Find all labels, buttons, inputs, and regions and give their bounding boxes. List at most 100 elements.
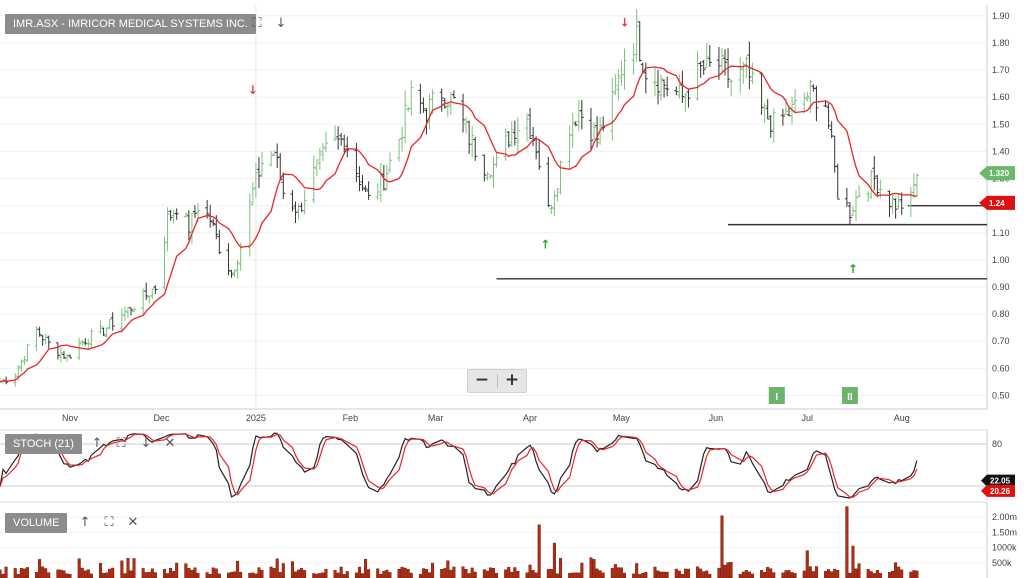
volume-bar — [510, 571, 514, 578]
arrow-down-icon[interactable]: ↓ — [138, 436, 154, 452]
expand-icon[interactable]: ⛶ — [249, 16, 265, 32]
volume-bar — [175, 562, 179, 578]
volume-bar — [403, 567, 407, 578]
volume-bar — [790, 572, 794, 578]
chart-title[interactable]: IMR.ASX - IMRICOR MEDICAL SYSTEMS INC. — [5, 14, 256, 34]
volume-bar — [443, 568, 447, 578]
expand-icon[interactable]: ⛶ — [113, 436, 129, 452]
volume-bar — [0, 569, 2, 578]
volume-bar — [336, 572, 340, 578]
volume-bar — [464, 569, 468, 578]
volume-bar — [638, 574, 642, 578]
volume-bar — [549, 568, 553, 578]
time-tick-label: Nov — [62, 413, 79, 423]
volume-tick-label: 1000k — [992, 543, 1017, 553]
volume-bar — [632, 573, 636, 578]
volume-bar — [345, 571, 349, 578]
event-marker-label: II — [847, 392, 853, 403]
volume-bar — [132, 558, 136, 578]
volume-bar — [507, 566, 511, 578]
volume-bar — [248, 572, 252, 578]
volume-bar — [257, 567, 261, 578]
volume-bar — [446, 560, 450, 578]
price-panel: 0.500.600.700.800.901.001.101.201.301.40… — [0, 5, 1015, 409]
price-tick-label: 1.40 — [992, 146, 1010, 156]
volume-bar — [41, 566, 45, 578]
volume-bar — [744, 570, 748, 578]
volume-bar — [269, 566, 273, 578]
volume-bar — [674, 568, 678, 578]
volume-bar — [22, 568, 26, 578]
volume-bar — [662, 571, 666, 578]
volume-tick-label: 2.00m — [992, 512, 1017, 522]
stoch-label[interactable]: STOCH (21) — [5, 434, 82, 454]
volume-bar — [470, 567, 474, 578]
volume-bar — [147, 572, 151, 578]
volume-bar — [525, 572, 529, 578]
volume-bar — [665, 571, 669, 578]
volume-bar — [729, 561, 733, 578]
volume-bar — [59, 569, 63, 578]
volume-bar — [568, 572, 572, 578]
volume-bar — [537, 524, 541, 578]
volume-bar — [750, 573, 754, 578]
event-marker[interactable]: I — [768, 387, 785, 404]
volume-bar — [577, 572, 581, 578]
volume-bar — [897, 566, 901, 578]
volume-bar — [409, 572, 413, 578]
arrow-up-icon[interactable]: ↑ — [89, 436, 105, 452]
volume-bar — [226, 572, 230, 578]
stock-chart[interactable]: 0.500.600.700.800.901.001.101.201.301.40… — [0, 0, 1024, 578]
volume-bar — [772, 572, 776, 578]
volume-bar — [702, 571, 706, 578]
volume-bar — [211, 567, 215, 578]
volume-bar — [741, 571, 745, 578]
price-plot-area[interactable] — [0, 5, 987, 409]
expand-icon[interactable]: ⛶ — [101, 515, 117, 531]
zoom-in-button[interactable]: + — [498, 370, 526, 392]
zoom-out-button[interactable]: − — [468, 370, 496, 392]
volume-bar — [915, 570, 919, 578]
volume-panel: 500k 1000k 1.50m 2.00m — [0, 501, 1017, 578]
volume-bar — [872, 573, 876, 578]
buy-signal-arrow: ↑ — [540, 238, 550, 252]
volume-bar — [528, 564, 532, 578]
volume-bar — [878, 573, 882, 578]
volume-bar — [848, 572, 852, 578]
volume-bar — [845, 506, 849, 578]
volume-bar — [717, 567, 721, 578]
time-tick-label: May — [613, 413, 631, 423]
event-marker[interactable]: II — [841, 387, 858, 404]
close-icon[interactable]: ✕ — [162, 436, 178, 452]
arrow-up-icon[interactable]: ↑ — [77, 515, 93, 531]
volume-bar — [424, 569, 428, 578]
arrow-down-icon[interactable]: ↓ — [273, 16, 289, 32]
volume-label[interactable]: VOLUME — [5, 513, 68, 533]
volume-bar — [431, 562, 435, 578]
volume-bar — [589, 557, 593, 578]
volume-bar — [187, 568, 191, 578]
price-tick-label: 1.10 — [992, 228, 1010, 238]
volume-bar — [495, 573, 499, 578]
volume-bar — [68, 574, 72, 578]
volume-bar — [793, 573, 797, 578]
volume-bar — [193, 567, 197, 578]
event-marker-label: I — [775, 392, 778, 403]
volume-bar — [811, 571, 815, 578]
stoch-k-tag-text: 22.05 — [990, 477, 1011, 486]
volume-bar — [281, 563, 285, 578]
volume-bar — [102, 572, 106, 578]
volume-tick-label: 1.50m — [992, 527, 1017, 537]
volume-bar — [153, 572, 157, 578]
volume-bar — [641, 572, 645, 578]
volume-bar — [504, 569, 508, 578]
volume-bar — [275, 558, 279, 578]
volume-bar — [379, 574, 383, 578]
close-icon[interactable]: ✕ — [125, 515, 141, 531]
time-tick-label: Feb — [343, 413, 359, 423]
volume-bar — [333, 570, 337, 578]
volume-bar — [619, 567, 623, 578]
volume-bar — [342, 574, 346, 578]
time-tick-label: Jul — [802, 413, 814, 423]
volume-bar — [461, 566, 465, 578]
